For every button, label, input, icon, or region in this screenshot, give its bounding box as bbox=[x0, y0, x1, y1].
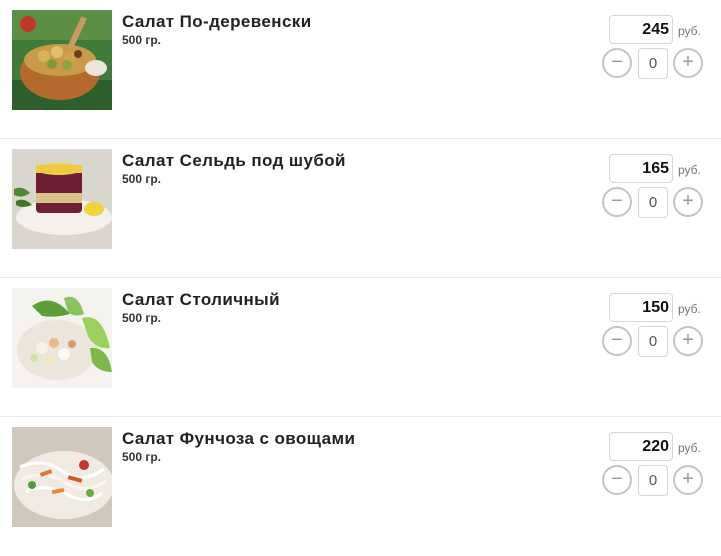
product-item: Салат Столичный 500 гр. 150 руб. − + bbox=[0, 278, 721, 417]
currency-label: руб. bbox=[678, 24, 701, 38]
decrease-quantity-button[interactable]: − bbox=[602, 326, 632, 356]
decrease-quantity-button[interactable]: − bbox=[602, 465, 632, 495]
product-price: 220 bbox=[609, 432, 673, 461]
currency-label: руб. bbox=[678, 302, 701, 316]
product-price: 165 bbox=[609, 154, 673, 183]
product-title[interactable]: Салат Сельдь под шубой bbox=[122, 151, 346, 171]
salad-photo-stolichny-cucumber[interactable] bbox=[12, 288, 112, 388]
product-item: Салат По-деревенски 500 гр. 245 руб. − + bbox=[0, 0, 721, 139]
quantity-input[interactable] bbox=[638, 187, 668, 218]
product-weight: 500 гр. bbox=[122, 33, 162, 47]
decrease-quantity-button[interactable]: − bbox=[602, 48, 632, 78]
product-title[interactable]: Салат Фунчоза с овощами bbox=[122, 429, 355, 449]
product-weight: 500 гр. bbox=[122, 172, 162, 186]
salad-photo-potato-mushroom-bowl[interactable] bbox=[12, 10, 112, 110]
product-price: 245 bbox=[609, 15, 673, 44]
product-weight: 500 гр. bbox=[122, 311, 162, 325]
quantity-input[interactable] bbox=[638, 48, 668, 79]
currency-label: руб. bbox=[678, 441, 701, 455]
product-weight: 500 гр. bbox=[122, 450, 162, 464]
salad-photo-herring-under-fur-coat[interactable] bbox=[12, 149, 112, 249]
product-item: Салат Сельдь под шубой 500 гр. 165 руб. … bbox=[0, 139, 721, 278]
quantity-input[interactable] bbox=[638, 465, 668, 496]
increase-quantity-button[interactable]: + bbox=[673, 187, 703, 217]
product-price: 150 bbox=[609, 293, 673, 322]
increase-quantity-button[interactable]: + bbox=[673, 465, 703, 495]
decrease-quantity-button[interactable]: − bbox=[602, 187, 632, 217]
increase-quantity-button[interactable]: + bbox=[673, 326, 703, 356]
quantity-input[interactable] bbox=[638, 326, 668, 357]
salad-photo-funchoza-vegetables[interactable] bbox=[12, 427, 112, 527]
product-item: Салат Фунчоза с овощами 500 гр. 220 руб.… bbox=[0, 417, 721, 556]
currency-label: руб. bbox=[678, 163, 701, 177]
increase-quantity-button[interactable]: + bbox=[673, 48, 703, 78]
product-title[interactable]: Салат Столичный bbox=[122, 290, 280, 310]
product-title[interactable]: Салат По-деревенски bbox=[122, 12, 312, 32]
